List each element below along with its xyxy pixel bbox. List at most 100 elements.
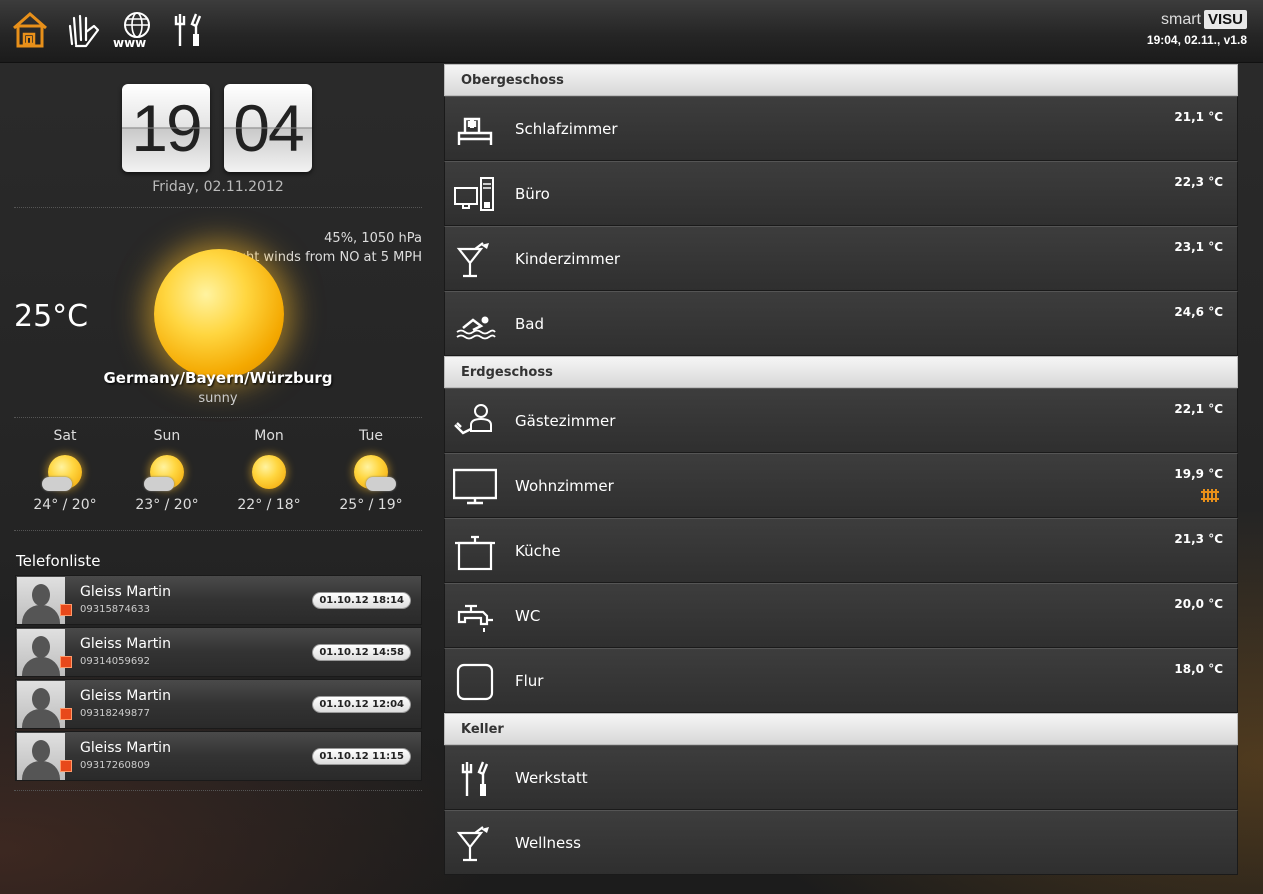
brand: smart VISU 19:04, 02.11., v1.8 — [1147, 10, 1247, 47]
rooms-panel: Obergeschoss Schlafzimmer 21,1 °C Büro 2… — [444, 64, 1238, 875]
room-werkstatt[interactable]: Werkstatt — [444, 745, 1238, 810]
brand-visu: VISU — [1203, 10, 1247, 29]
forecast-day-label: Tue — [359, 428, 383, 444]
room-temperature: 20,0 °C — [1174, 597, 1223, 611]
call-entry[interactable]: Gleiss Martin 09314059692 01.10.12 14:58 — [15, 627, 422, 677]
room-buero[interactable]: Büro 22,3 °C — [444, 161, 1238, 226]
room-bad[interactable]: Bad 24,6 °C — [444, 291, 1238, 356]
heating-icon — [1201, 489, 1219, 502]
square-icon — [456, 663, 494, 701]
floor-header: Obergeschoss — [444, 64, 1238, 96]
call-entry[interactable]: Gleiss Martin 09317260809 01.10.12 11:15 — [15, 731, 422, 781]
pot-icon — [455, 535, 495, 571]
caller-number: 09314059692 — [80, 656, 150, 667]
cocktail-icon — [456, 826, 489, 862]
room-temperature: 24,6 °C — [1174, 305, 1223, 319]
sun-cloud-icon — [354, 455, 396, 491]
top-bar: www smart VISU 19:04, 02.11., v1.8 — [0, 0, 1263, 63]
call-time-badge: 01.10.12 11:15 — [312, 748, 411, 765]
missed-call-icon — [60, 708, 72, 720]
room-kinderzimmer[interactable]: Kinderzimmer 23,1 °C — [444, 226, 1238, 291]
forecast-day: Sat 24° / 20° — [14, 428, 116, 513]
guest-icon — [454, 404, 492, 435]
hand-icon[interactable] — [64, 10, 104, 50]
missed-call-icon — [60, 604, 72, 616]
room-name: Flur — [515, 672, 544, 690]
forecast-day-label: Mon — [254, 428, 284, 444]
forecast-day-label: Sat — [53, 428, 77, 444]
room-wohnzimmer[interactable]: Wohnzimmer 19,9 °C — [444, 453, 1238, 518]
tools-icon[interactable] — [170, 10, 210, 50]
room-wc[interactable]: WC 20,0 °C — [444, 583, 1238, 648]
divider — [14, 207, 422, 208]
tools-icon — [461, 761, 489, 796]
weather-details: 45%, 1050 hPa light winds from NO at 5 M… — [231, 229, 423, 267]
weather-condition: sunny — [198, 391, 238, 406]
caller-name: Gleiss Martin — [80, 688, 171, 704]
room-kueche[interactable]: Küche 21,3 °C — [444, 518, 1238, 583]
room-name: Wellness — [515, 834, 581, 852]
avatar — [17, 733, 65, 780]
room-name: Gästezimmer — [515, 412, 616, 430]
clock-date: Friday, 02.11.2012 — [152, 179, 284, 195]
room-temperature: 23,1 °C — [1174, 240, 1223, 254]
forecast-range: 25° / 19° — [339, 497, 403, 513]
caller-number: 09318249877 — [80, 708, 150, 719]
avatar — [17, 577, 65, 624]
weather-location: Germany/Bayern/Würzburg — [103, 369, 333, 387]
faucet-icon — [457, 604, 493, 632]
call-entry[interactable]: Gleiss Martin 09315874633 01.10.12 18:14 — [15, 575, 422, 625]
cocktail-icon — [456, 242, 489, 278]
room-gaestezimmer[interactable]: Gästezimmer 22,1 °C — [444, 388, 1238, 453]
avatar — [17, 629, 65, 676]
avatar — [17, 681, 65, 728]
phonelist-title: Telefonliste — [16, 552, 101, 570]
phone-list: Gleiss Martin 09315874633 01.10.12 18:14… — [15, 575, 422, 783]
room-flur[interactable]: Flur 18,0 °C — [444, 648, 1238, 713]
room-temperature: 18,0 °C — [1174, 662, 1223, 676]
humidity-pressure: 45%, 1050 hPa — [324, 231, 422, 246]
room-wellness[interactable]: Wellness — [444, 810, 1238, 875]
sun-cloud-icon — [144, 455, 184, 491]
room-name: Kinderzimmer — [515, 250, 621, 268]
caller-number: 09317260809 — [80, 760, 150, 771]
room-name: Schlafzimmer — [515, 120, 618, 138]
bed-icon — [457, 117, 493, 145]
sun-cloud-icon — [42, 455, 82, 491]
room-name: Bad — [515, 315, 545, 333]
room-temperature: 22,1 °C — [1174, 402, 1223, 416]
room-temperature: 21,1 °C — [1174, 110, 1223, 124]
www-icon[interactable]: www — [112, 10, 158, 50]
missed-call-icon — [60, 760, 72, 772]
call-time-badge: 01.10.12 14:58 — [312, 644, 411, 661]
divider — [14, 530, 422, 531]
divider — [14, 790, 422, 791]
caller-number: 09315874633 — [80, 604, 150, 615]
room-name: Werkstatt — [515, 769, 588, 787]
caller-name: Gleiss Martin — [80, 636, 171, 652]
room-temperature: 19,9 °C — [1174, 467, 1223, 481]
forecast-day: Sun 23° / 20° — [116, 428, 218, 513]
room-schlafzimmer[interactable]: Schlafzimmer 21,1 °C — [444, 96, 1238, 161]
forecast-day: Mon 22° / 18° — [218, 428, 320, 513]
room-name: WC — [515, 607, 541, 625]
svg-text:www: www — [113, 36, 146, 50]
room-name: Wohnzimmer — [515, 477, 614, 495]
divider — [14, 417, 422, 418]
room-name: Büro — [515, 185, 550, 203]
sun-icon — [154, 249, 284, 379]
floor-header: Keller — [444, 713, 1238, 745]
swimmer-icon — [456, 316, 496, 340]
call-entry[interactable]: Gleiss Martin 09318249877 01.10.12 12:04 — [15, 679, 422, 729]
forecast-range: 22° / 18° — [237, 497, 301, 513]
clock-minutes: 04 — [224, 84, 312, 172]
forecast-day: Tue 25° / 19° — [320, 428, 422, 513]
floor-header: Erdgeschoss — [444, 356, 1238, 388]
version-info: 19:04, 02.11., v1.8 — [1146, 33, 1247, 47]
call-time-badge: 01.10.12 18:14 — [312, 592, 411, 609]
current-temperature: 25°C — [14, 299, 89, 334]
tv-icon — [453, 468, 497, 505]
call-time-badge: 01.10.12 12:04 — [312, 696, 411, 713]
caller-name: Gleiss Martin — [80, 584, 171, 600]
home-icon[interactable] — [10, 10, 50, 50]
